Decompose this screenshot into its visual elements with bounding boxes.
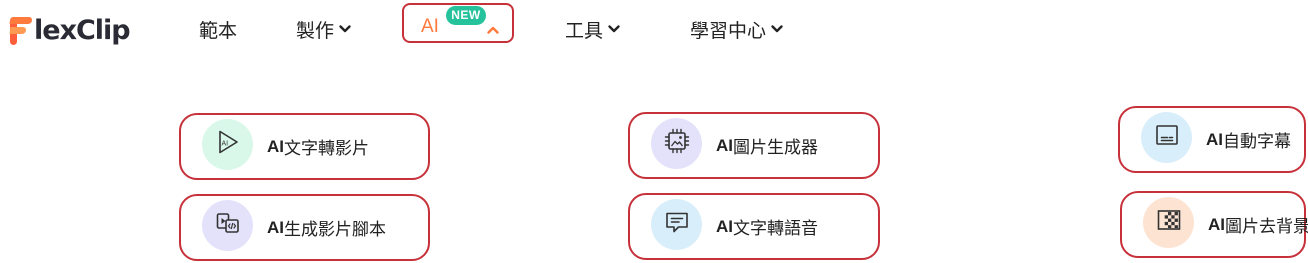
chevron-down-icon: [607, 22, 621, 36]
nav-ai-label: AI: [421, 16, 439, 37]
subtitle-icon: [1153, 121, 1181, 154]
nav-templates-label: 範本: [199, 20, 238, 42]
menu-item-ai-background-remover[interactable]: AI 圖片去背景: [1120, 191, 1308, 258]
nav-learning-center-label: 學習中心: [690, 20, 767, 42]
play-text-icon: AI: [214, 128, 242, 161]
icon-circle: [1143, 197, 1194, 248]
nav-tools[interactable]: 工具: [565, 14, 621, 44]
chevron-up-icon: [486, 23, 500, 42]
menu-item-ai-image-generator[interactable]: AI 圖片生成器: [628, 112, 880, 179]
svg-text:AI: AI: [221, 141, 228, 148]
menu-item-label: AI 自動字幕: [1206, 129, 1291, 152]
menu-item-label: AI 文字轉影片: [267, 136, 369, 159]
menu-item-label: AI 圖片生成器: [716, 135, 818, 158]
menu-item-label: AI 生成影片腳本: [267, 217, 386, 240]
nav-templates[interactable]: 範本: [199, 14, 237, 44]
new-badge: NEW: [446, 6, 486, 25]
nav-learning-center[interactable]: 學習中心: [690, 14, 784, 44]
nav-create-label: 製作: [296, 20, 335, 42]
menu-item-label: AI 文字轉語音: [716, 216, 818, 239]
nav-ai[interactable]: AI NEW: [402, 3, 514, 43]
icon-circle: [651, 199, 702, 250]
menu-item-ai-video-script[interactable]: AI 生成影片腳本: [179, 194, 430, 261]
logo-text: lexClip: [34, 14, 131, 46]
icon-circle: AI: [202, 119, 253, 170]
chevron-down-icon: [338, 22, 352, 36]
icon-circle: [202, 200, 253, 251]
background-remover-icon: [1155, 206, 1183, 239]
ai-chip-image-icon: [663, 127, 691, 160]
speech-bubble-icon: [663, 208, 691, 241]
logo-mark: [9, 15, 33, 45]
chevron-down-icon: [770, 22, 784, 36]
menu-item-ai-text-to-video[interactable]: AI AI 文字轉影片: [179, 113, 430, 180]
icon-circle: [1141, 112, 1192, 163]
menu-item-label: AI 圖片去背景: [1208, 214, 1308, 237]
video-script-icon: [214, 209, 242, 242]
nav-create[interactable]: 製作: [296, 14, 352, 44]
nav-tools-label: 工具: [565, 20, 604, 42]
menu-item-ai-auto-subtitle[interactable]: AI 自動字幕: [1118, 106, 1306, 173]
flexclip-logo[interactable]: lexClip: [9, 10, 131, 50]
icon-circle: [651, 118, 702, 169]
menu-item-ai-text-to-speech[interactable]: AI 文字轉語音: [628, 193, 880, 260]
